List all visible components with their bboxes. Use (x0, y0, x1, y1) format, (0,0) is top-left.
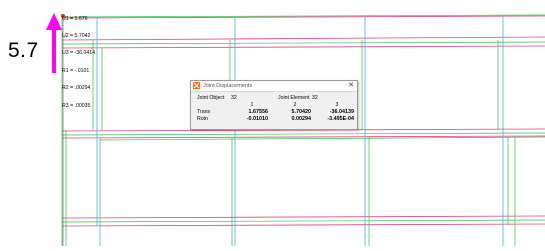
column-header: 2 (293, 102, 297, 108)
dialog-titlebar[interactable]: Joint Displacements ✕ (191, 81, 357, 92)
readout-line: U2 = 5.7042 (62, 32, 91, 39)
column-header: 1 (250, 102, 254, 108)
joint-object-value: 32 (231, 95, 237, 101)
displacement-value-label: 5.7 (8, 39, 39, 62)
column-header: 3 (335, 102, 339, 108)
rotn-value-1: -0.01010 (246, 116, 268, 122)
joint-element-label: Joint Element (278, 95, 310, 101)
trans-value-2: 5.70420 (291, 109, 312, 115)
readout-line: R2 = .00294 (62, 85, 91, 92)
readout-line: R1 = -.0101 (62, 67, 90, 74)
readout-line: U3 = -36.0414 (62, 50, 96, 57)
readout-line: R3 = .00035 (62, 102, 91, 109)
rotn-value-3: -3.495E-04 (327, 116, 354, 122)
joint-displacements-dialog[interactable]: Joint Displacements ✕ Joint Object 32 Jo… (190, 80, 358, 130)
joint-element-value: 32 (312, 95, 318, 101)
joint-displacement-readout: U1 = 1.676 U2 = 5.7042 U3 = -36.0414 R1 … (62, 5, 95, 121)
structural-model-canvas[interactable]: U1 = 1.676 U2 = 5.7042 U3 = -36.0414 R1 … (0, 0, 545, 246)
close-icon[interactable]: ✕ (348, 81, 354, 90)
trans-value-1: 1.67556 (248, 109, 269, 115)
readout-line: U1 = 1.676 (62, 15, 88, 22)
rotn-value-2: 0.00294 (291, 116, 312, 122)
row-label-trans: Trans (197, 109, 211, 115)
trans-value-3: -36.04139 (329, 109, 354, 115)
dialog-title: Joint Displacements (203, 83, 253, 89)
dialog-body: Joint Object 32 Joint Element 32 1 2 3 T… (191, 92, 357, 129)
app-icon (193, 82, 200, 89)
row-label-rotn: Rotn (197, 116, 208, 122)
joint-object-label: Joint Object (197, 95, 225, 101)
displacement-arrow (46, 13, 62, 73)
